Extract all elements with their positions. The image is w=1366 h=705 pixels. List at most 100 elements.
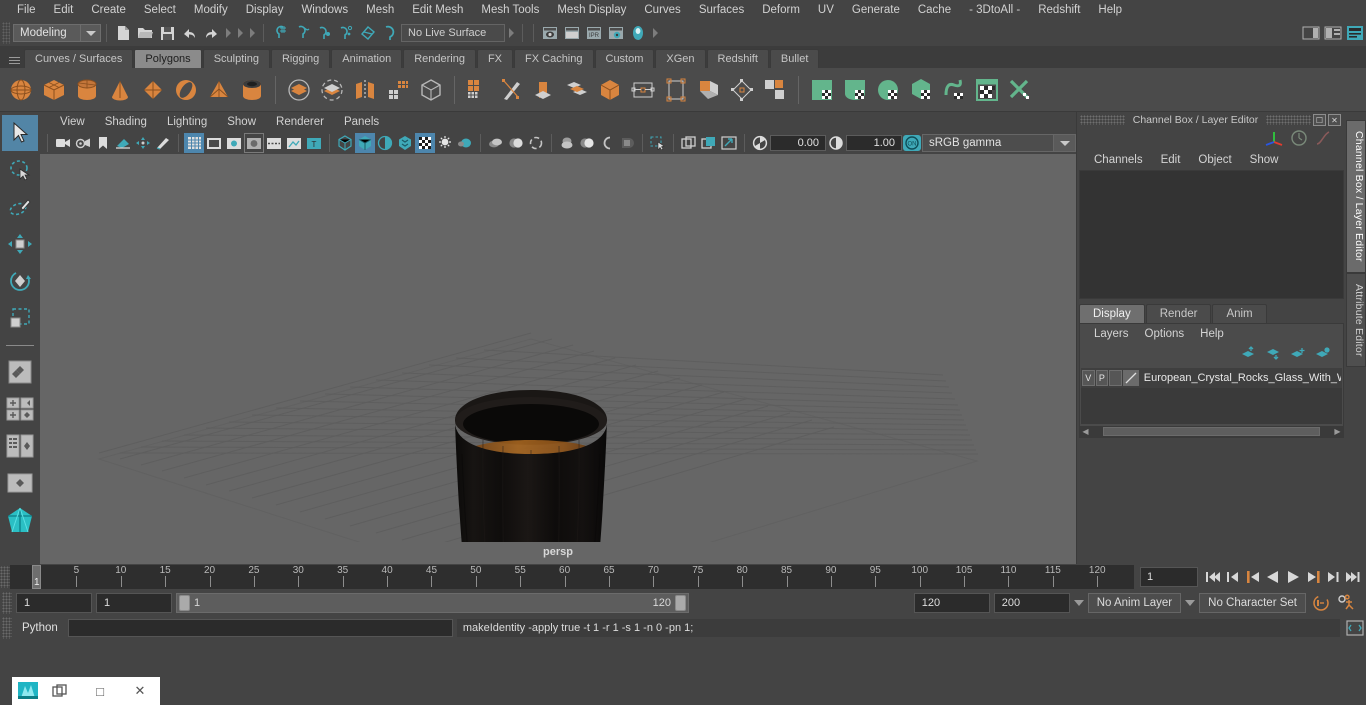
poly-quad-draw-icon[interactable]: [694, 74, 724, 106]
gate-mask-icon[interactable]: [244, 133, 264, 153]
paint-select-tool[interactable]: [2, 189, 38, 225]
make-live-icon[interactable]: [379, 22, 401, 44]
bookmark-icon[interactable]: [93, 133, 113, 153]
layer-tab-display[interactable]: Display: [1079, 303, 1145, 323]
scale-tool[interactable]: [2, 300, 38, 336]
undo-icon[interactable]: [178, 22, 200, 44]
poly-smooth-icon[interactable]: [463, 74, 493, 106]
shelf-menu-icon[interactable]: [4, 46, 24, 68]
depth-of-field-icon[interactable]: [526, 133, 546, 153]
shelf-tab-animation[interactable]: Animation: [331, 49, 403, 68]
range-slider-grip[interactable]: [2, 592, 12, 614]
scroll-right-icon[interactable]: ▶: [1332, 427, 1343, 436]
grease-pencil-icon[interactable]: [153, 133, 173, 153]
xray-active-components-icon[interactable]: [617, 133, 637, 153]
animation-start-field[interactable]: 1: [16, 593, 92, 613]
menu-item-edit-mesh[interactable]: Edit Mesh: [403, 0, 472, 20]
time-slider-grip[interactable]: [0, 566, 10, 588]
four-view-layout[interactable]: [2, 391, 38, 427]
poly-target-weld-icon[interactable]: [661, 74, 691, 106]
expand-view-icon[interactable]: [719, 133, 739, 153]
layer-list-horizontal-scrollbar[interactable]: ◀ ▶: [1080, 425, 1343, 437]
film-origin-icon[interactable]: [264, 133, 284, 153]
poly-pipe-icon[interactable]: [237, 74, 267, 106]
poly-torus-icon[interactable]: [171, 74, 201, 106]
menu-item-redshift[interactable]: Redshift: [1029, 0, 1089, 20]
step-forward-keyframe-icon[interactable]: [1324, 567, 1342, 587]
ipr-render-icon[interactable]: [561, 22, 583, 44]
playback-end-field[interactable]: 120: [913, 593, 990, 613]
shadows-icon[interactable]: [435, 133, 455, 153]
menu-item-create[interactable]: Create: [82, 0, 135, 20]
play-backwards-icon[interactable]: [1264, 567, 1282, 587]
select-region-icon[interactable]: [648, 133, 668, 153]
move-layer-down-icon[interactable]: [1265, 346, 1281, 363]
render-settings-icon[interactable]: [605, 22, 627, 44]
shelf-tab-xgen[interactable]: XGen: [655, 49, 706, 68]
viewport-menu-show[interactable]: Show: [217, 116, 266, 128]
poly-extrude-icon[interactable]: [529, 74, 559, 106]
character-set-field[interactable]: No Character Set: [1199, 593, 1306, 613]
go-to-start-icon[interactable]: [1204, 567, 1222, 587]
anim-layer-dropdown-icon[interactable]: [1073, 600, 1084, 606]
menu-item-modify[interactable]: Modify: [185, 0, 237, 20]
menu-item-windows[interactable]: Windows: [292, 0, 357, 20]
menu-item-mesh-tools[interactable]: Mesh Tools: [472, 0, 548, 20]
menu-item-surfaces[interactable]: Surfaces: [690, 0, 753, 20]
go-to-end-icon[interactable]: [1344, 567, 1362, 587]
poly-bridge-icon[interactable]: [595, 74, 625, 106]
poly-combine-icon[interactable]: [383, 74, 413, 106]
uv-cylindrical-icon[interactable]: [840, 74, 870, 106]
selection-mask-collapse-2[interactable]: [234, 23, 246, 43]
status-collapse-4[interactable]: [505, 23, 517, 43]
uv-editor-icon[interactable]: [972, 74, 1002, 106]
viewport-menu-renderer[interactable]: Renderer: [266, 116, 334, 128]
layer-menu-options[interactable]: Options: [1137, 328, 1193, 340]
poly-multicut-icon[interactable]: [496, 74, 526, 106]
step-back-keyframe-icon[interactable]: [1224, 567, 1242, 587]
channel-menu-edit[interactable]: Edit: [1152, 154, 1190, 166]
vertical-tab-channel-box[interactable]: Channel Box / Layer Editor: [1346, 120, 1366, 273]
snap-to-curve-icon[interactable]: [291, 22, 313, 44]
camera-attributes-icon[interactable]: [73, 133, 93, 153]
poly-separate-icon[interactable]: [416, 74, 446, 106]
uv-unfold-icon[interactable]: [939, 74, 969, 106]
viewport-menu-view[interactable]: View: [50, 116, 95, 128]
color-management-icon[interactable]: ON: [902, 133, 922, 153]
character-set-dropdown-icon[interactable]: [1185, 600, 1196, 606]
multisample-icon[interactable]: [506, 133, 526, 153]
layer-menu-help[interactable]: Help: [1192, 328, 1232, 340]
image-plane-icon[interactable]: [113, 133, 133, 153]
shelf-tab-rendering[interactable]: Rendering: [403, 49, 476, 68]
viewport-menu-shading[interactable]: Shading: [95, 116, 157, 128]
single-perspective-layout[interactable]: [2, 354, 38, 390]
current-frame-field[interactable]: 1: [1140, 567, 1198, 587]
redo-icon[interactable]: [200, 22, 222, 44]
range-end-handle[interactable]: [675, 595, 686, 611]
undock-panel-icon[interactable]: ☐: [1313, 114, 1326, 126]
menu-item-mesh-display[interactable]: Mesh Display: [548, 0, 635, 20]
hypershade-icon[interactable]: [627, 22, 649, 44]
status-line-grip[interactable]: [2, 22, 10, 44]
lasso-select-tool[interactable]: [2, 152, 38, 188]
exposure-field[interactable]: 0.00: [770, 135, 826, 151]
menu-item-edit[interactable]: Edit: [45, 0, 83, 20]
tool-settings-toggle-icon[interactable]: [1344, 22, 1366, 44]
new-layer-from-selected-icon[interactable]: [1315, 346, 1331, 363]
selection-mask-collapse-3[interactable]: [246, 23, 258, 43]
poly-reduce-icon[interactable]: [760, 74, 790, 106]
poly-boolean-union-icon[interactable]: [284, 74, 314, 106]
animation-preferences-icon[interactable]: [1336, 593, 1358, 613]
scrollbar-thumb[interactable]: [1103, 426, 1320, 436]
menu-item-mesh[interactable]: Mesh: [357, 0, 403, 20]
selection-mask-collapse-1[interactable]: [222, 23, 234, 43]
shelf-tab-rigging[interactable]: Rigging: [270, 49, 331, 68]
object-display-icon[interactable]: [679, 133, 699, 153]
ipr-icon[interactable]: IPR: [583, 22, 605, 44]
shelf-tab-fx[interactable]: FX: [476, 49, 514, 68]
uv-spherical-icon[interactable]: [873, 74, 903, 106]
shelf-tab-redshift[interactable]: Redshift: [706, 49, 769, 68]
wireframe-icon[interactable]: [335, 133, 355, 153]
poly-cylinder-icon[interactable]: [72, 74, 102, 106]
close-icon[interactable]: ✕: [1328, 114, 1341, 126]
